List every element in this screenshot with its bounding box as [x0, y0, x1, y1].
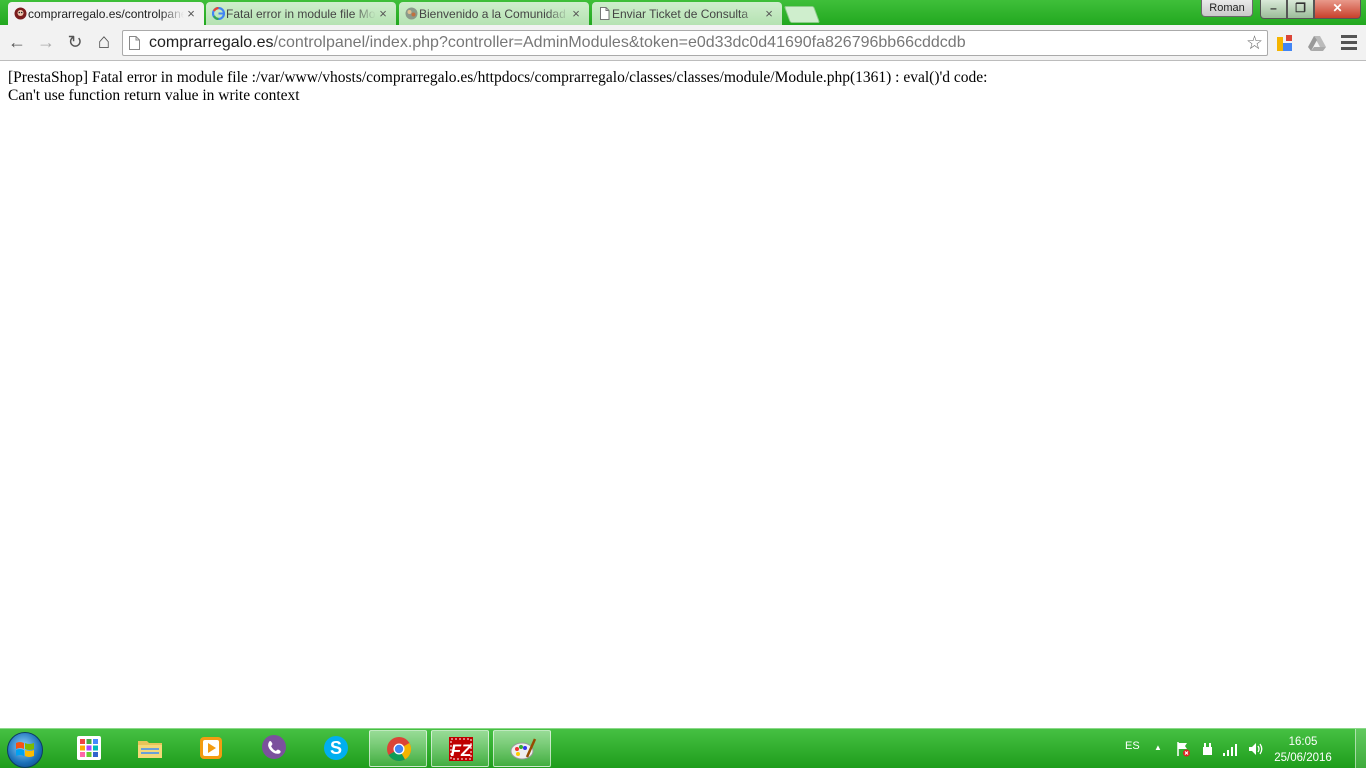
taskbar-skype[interactable]: S — [307, 730, 365, 767]
clock-date: 25/06/2016 — [1274, 752, 1332, 764]
document-favicon-icon — [600, 7, 610, 20]
tab-comunidad[interactable]: Bienvenido a la Comunidad × — [399, 2, 589, 25]
taskbar-apps[interactable] — [60, 730, 118, 767]
chrome-menu-button[interactable] — [1339, 33, 1359, 53]
google-favicon-icon — [212, 7, 225, 20]
volume-icon[interactable] — [1247, 741, 1265, 757]
tab-label: Fatal error in module file Module.php — [226, 6, 376, 21]
show-desktop-button[interactable] — [1355, 729, 1366, 769]
tab-comprarregalo[interactable]: comprarregalo.es/controlpanel/index.php … — [8, 2, 204, 25]
action-center-flag-icon[interactable] — [1175, 741, 1191, 757]
url-host: comprarregalo.es — [149, 34, 274, 51]
language-indicator[interactable]: ES — [1125, 740, 1140, 752]
system-clock[interactable]: 16:05 25/06/2016 — [1268, 734, 1338, 766]
back-button[interactable]: ← — [6, 31, 28, 53]
viber-icon — [262, 735, 286, 759]
address-bar[interactable]: comprarregalo.es/controlpanel/index.php?… — [122, 30, 1268, 56]
error-message-line-1: [PrestaShop] Fatal error in module file … — [8, 69, 988, 86]
error-page: [PrestaShop] Fatal error in module file … — [8, 69, 987, 105]
page-info-icon[interactable] — [129, 36, 140, 50]
taskbar-media-player[interactable] — [182, 730, 240, 767]
tab-close-icon[interactable]: × — [569, 6, 583, 21]
windows-taskbar: S FZ ES ▲ 16:05 25/06/2016 — [0, 728, 1366, 769]
tab-label: Enviar Ticket de Consulta — [612, 6, 749, 21]
maximize-button[interactable]: ❐ — [1287, 0, 1314, 19]
bookmark-star-icon[interactable]: ☆ — [1246, 32, 1263, 55]
new-tab-button[interactable] — [783, 6, 821, 23]
window-controls: – ❐ ✕ — [1260, 0, 1361, 19]
tab-enviar-ticket[interactable]: Enviar Ticket de Consulta × — [592, 2, 782, 25]
taskbar-chrome[interactable] — [369, 730, 427, 767]
media-player-icon — [200, 737, 222, 759]
skype-icon: S — [324, 736, 348, 760]
tab-close-icon[interactable]: × — [762, 6, 776, 21]
browser-toolbar: ← → ↻ ⌂ comprarregalo.es/controlpanel/in… — [0, 25, 1366, 61]
taskbar-file-explorer[interactable] — [121, 730, 179, 767]
network-signal-icon[interactable] — [1222, 741, 1240, 757]
paint-icon — [510, 738, 537, 760]
apps-grid-icon — [77, 736, 101, 760]
chrome-icon — [387, 737, 412, 762]
tab-label: comprarregalo.es/controlpanel/index.php — [28, 6, 184, 21]
start-button[interactable] — [7, 732, 43, 768]
home-button[interactable]: ⌂ — [93, 31, 115, 53]
clock-time: 16:05 — [1288, 736, 1318, 748]
url-path: /controlpanel/index.php?controller=Admin… — [273, 34, 966, 51]
windows-logo-icon — [16, 742, 34, 757]
forward-button[interactable]: → — [35, 31, 57, 53]
filezilla-icon: FZ — [449, 737, 473, 761]
title-bar: comprarregalo.es/controlpanel/index.php … — [0, 0, 1366, 25]
minimize-button[interactable]: – — [1260, 0, 1287, 19]
close-window-button[interactable]: ✕ — [1314, 0, 1361, 19]
error-message-line-2: Can't use function return value in write… — [8, 87, 300, 104]
power-plug-icon[interactable] — [1199, 741, 1215, 757]
tab-label: Bienvenido a la Comunidad — [419, 6, 566, 21]
tab-close-icon[interactable]: × — [184, 6, 198, 21]
tab-fatal-error-search[interactable]: Fatal error in module file Module.php × — [206, 2, 396, 25]
file-explorer-icon — [138, 741, 162, 758]
taskbar-paint[interactable] — [493, 730, 551, 767]
tab-close-icon[interactable]: × — [376, 6, 390, 21]
reload-button[interactable]: ↻ — [64, 31, 86, 53]
svg-text:FZ: FZ — [451, 741, 472, 760]
prestashop-favicon-icon — [14, 7, 27, 20]
extension-icon[interactable] — [1275, 33, 1295, 53]
profile-button[interactable]: Roman — [1201, 0, 1253, 17]
taskbar-viber[interactable] — [245, 730, 303, 767]
tray-overflow-chevron-icon[interactable]: ▲ — [1154, 743, 1162, 752]
url-text[interactable]: comprarregalo.es/controlpanel/index.php?… — [149, 34, 966, 52]
forum-favicon-icon — [405, 7, 418, 20]
drive-extension-icon[interactable] — [1307, 33, 1327, 53]
taskbar-filezilla[interactable]: FZ — [431, 730, 489, 767]
svg-text:S: S — [330, 738, 342, 758]
